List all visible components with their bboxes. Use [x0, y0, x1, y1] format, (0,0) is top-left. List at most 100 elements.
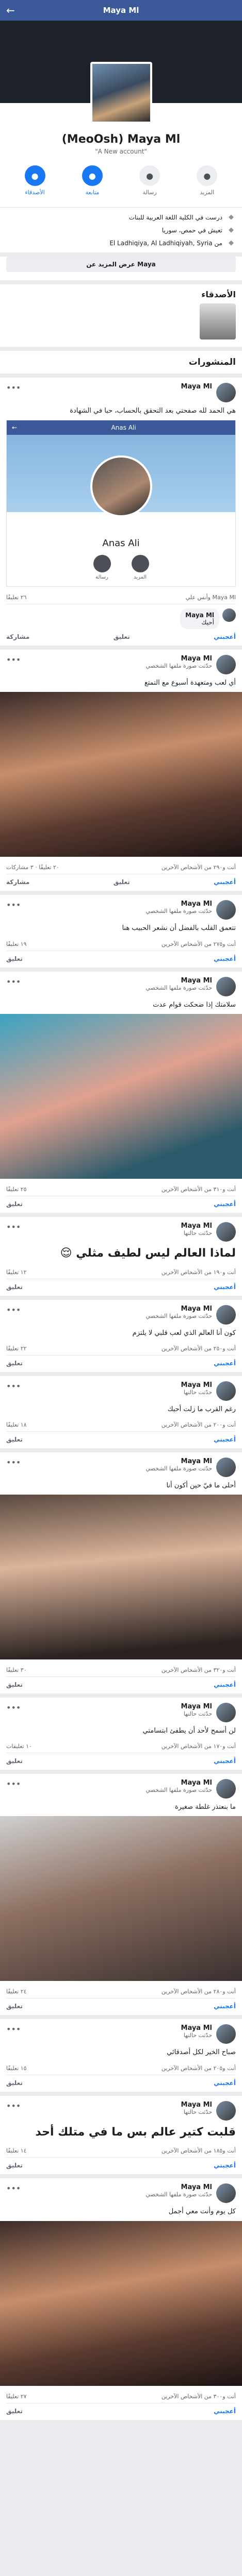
reactions-summary[interactable]: أنت و١٨٥ من الأشخاص الآخرين: [162, 2147, 236, 2154]
more-options-icon[interactable]: •••: [6, 1458, 21, 1467]
post-action-button[interactable]: تعليق: [6, 2162, 23, 2169]
comments-count[interactable]: ١٥ تعليقًا: [6, 2065, 27, 2072]
post-action-button[interactable]: أعجبني: [214, 2003, 236, 2010]
reactions-summary[interactable]: أنت و١٧٠ من الأشخاص الآخرين: [162, 1743, 236, 1750]
more-options-icon[interactable]: •••: [6, 1305, 21, 1315]
reactions-summary[interactable]: Maya Ml وأنس علي: [186, 594, 236, 601]
post-author[interactable]: Maya Ml: [25, 2101, 212, 2109]
comments-count[interactable]: ١٤ تعليقًا: [6, 2147, 27, 2154]
more-options-icon[interactable]: •••: [6, 900, 21, 910]
post-action-button[interactable]: تعليق: [6, 2003, 23, 2010]
post-author[interactable]: Maya Ml: [25, 383, 212, 391]
post-author[interactable]: Maya Ml: [25, 977, 212, 985]
reactions-summary[interactable]: أنت و٢٠٥ من الأشخاص الآخرين: [162, 2065, 236, 2072]
more-options-icon[interactable]: •••: [6, 2024, 21, 2034]
profile-action-0[interactable]: ● الأصدقاء: [14, 165, 56, 196]
post-author[interactable]: Maya Ml: [25, 655, 212, 663]
post-action-button[interactable]: تعليق: [6, 1360, 23, 1367]
more-options-icon[interactable]: •••: [6, 655, 21, 665]
post-action-button[interactable]: تعليق: [114, 633, 130, 640]
reactions-summary[interactable]: أنت و٣٢٠ من الأشخاص الآخرين: [162, 1667, 236, 1673]
post-author[interactable]: Maya Ml: [25, 2024, 212, 2032]
see-more-about-button[interactable]: عرض المزيد عن Maya: [6, 257, 236, 272]
comments-count[interactable]: ١٨ تعليقًا: [6, 1421, 27, 1428]
reactions-summary[interactable]: أنت و٣٠٠ من الأشخاص الآخرين: [162, 2393, 236, 2400]
post-action-button[interactable]: تعليق: [6, 2079, 23, 2087]
post-image[interactable]: [0, 1495, 242, 1660]
post-action-button[interactable]: أعجبني: [214, 1360, 236, 1367]
author-avatar[interactable]: [216, 1457, 236, 1477]
comment-author[interactable]: Maya Ml: [185, 612, 214, 619]
author-avatar[interactable]: [216, 976, 236, 996]
more-options-icon[interactable]: •••: [6, 1222, 21, 1232]
post-action-button[interactable]: تعليق: [6, 1436, 23, 1443]
profile-action-1[interactable]: ● متابعة: [72, 165, 113, 196]
reactions-summary[interactable]: أنت و٢٧٥ من الأشخاص الآخرين: [162, 941, 236, 947]
post-action-button[interactable]: مشاركة: [6, 633, 29, 640]
post-action-button[interactable]: تعليق: [6, 955, 23, 962]
reactions-summary[interactable]: أنت و١٩٠ من الأشخاص الآخرين: [162, 1269, 236, 1276]
more-options-icon[interactable]: •••: [6, 2183, 21, 2193]
post-author[interactable]: Maya Ml: [25, 1458, 212, 1465]
more-options-icon[interactable]: •••: [6, 1381, 21, 1391]
cover-photo[interactable]: [0, 21, 242, 124]
comments-count[interactable]: ١٢ تعليقًا: [6, 1269, 27, 1276]
author-avatar[interactable]: [216, 1381, 236, 1401]
post-author[interactable]: Maya Ml: [25, 1779, 212, 1787]
post-action-button[interactable]: أعجبني: [214, 1200, 236, 1208]
post-action-button[interactable]: تعليق: [6, 1283, 23, 1291]
shared-profile-card[interactable]: ← Anas Ali Anas Ali رسالة المزيد: [6, 420, 236, 587]
more-options-icon[interactable]: •••: [6, 1703, 21, 1713]
comments-count[interactable]: ٢٢ تعليقًا: [6, 1345, 27, 1352]
author-avatar[interactable]: [216, 655, 236, 675]
reactions-summary[interactable]: أنت و٢٩٠ من الأشخاص الآخرين: [162, 864, 236, 871]
post-action-button[interactable]: أعجبني: [214, 1283, 236, 1291]
author-avatar[interactable]: [216, 1703, 236, 1723]
post-action-button[interactable]: تعليق: [6, 1200, 23, 1208]
post-action-button[interactable]: أعجبني: [214, 2408, 236, 2415]
post-author[interactable]: Maya Ml: [25, 1703, 212, 1710]
reactions-summary[interactable]: أنت و٢٨٠ من الأشخاص الآخرين: [162, 1988, 236, 1995]
friend-thumbnail[interactable]: [200, 303, 236, 340]
profile-picture[interactable]: [90, 62, 152, 124]
post-image[interactable]: [0, 2221, 242, 2386]
profile-action-3[interactable]: ● المزيد: [186, 165, 228, 196]
more-options-icon[interactable]: •••: [6, 2101, 21, 2111]
author-avatar[interactable]: [216, 900, 236, 920]
comments-count[interactable]: ٢٧ تعليقًا: [6, 2393, 27, 2400]
profile-action-2[interactable]: ● رسالة: [129, 165, 170, 196]
post-action-button[interactable]: أعجبني: [214, 955, 236, 962]
post-action-button[interactable]: أعجبني: [214, 2162, 236, 2169]
post-action-button[interactable]: تعليق: [6, 2408, 23, 2415]
comments-count[interactable]: ٣٠ تعليقًا: [6, 1667, 27, 1673]
comments-count[interactable]: ٢٥ تعليقًا: [6, 1186, 27, 1193]
author-avatar[interactable]: [216, 2100, 236, 2121]
post-action-button[interactable]: أعجبني: [214, 2079, 236, 2087]
post-action-button[interactable]: أعجبني: [214, 1681, 236, 1688]
author-avatar[interactable]: [216, 2024, 236, 2044]
more-options-icon[interactable]: •••: [6, 1779, 21, 1789]
comments-count[interactable]: ١٠ تعليقات: [6, 1743, 32, 1750]
comments-count[interactable]: ٢٦ تعليقًا: [6, 594, 27, 601]
author-avatar[interactable]: [216, 383, 236, 402]
post-action-button[interactable]: تعليق: [6, 1757, 23, 1765]
comments-count[interactable]: ٢٤ تعليقًا: [6, 1988, 27, 1995]
more-options-icon[interactable]: •••: [6, 977, 21, 987]
post-action-button[interactable]: أعجبني: [214, 1436, 236, 1443]
author-avatar[interactable]: [216, 1222, 236, 1242]
arrow-left-icon[interactable]: ←: [6, 4, 17, 16]
post-action-button[interactable]: تعليق: [6, 1681, 23, 1688]
comments-count[interactable]: ١٩ تعليقًا: [6, 941, 27, 947]
author-avatar[interactable]: [216, 1779, 236, 1799]
post-author[interactable]: Maya Ml: [25, 1305, 212, 1313]
post-image[interactable]: [0, 1013, 242, 1179]
more-options-icon[interactable]: •••: [6, 383, 21, 393]
post-action-button[interactable]: مشاركة: [6, 878, 29, 886]
post-action-button[interactable]: أعجبني: [214, 633, 236, 640]
reactions-summary[interactable]: أنت و٢٥٠ من الأشخاص الآخرين: [162, 1345, 236, 1352]
reactions-summary[interactable]: أنت و٢٠٠ من الأشخاص الآخرين: [162, 1421, 236, 1428]
post-author[interactable]: Maya Ml: [25, 2183, 212, 2191]
post-image[interactable]: [0, 692, 242, 857]
post-author[interactable]: Maya Ml: [25, 1222, 212, 1230]
post-author[interactable]: Maya Ml: [25, 1381, 212, 1389]
